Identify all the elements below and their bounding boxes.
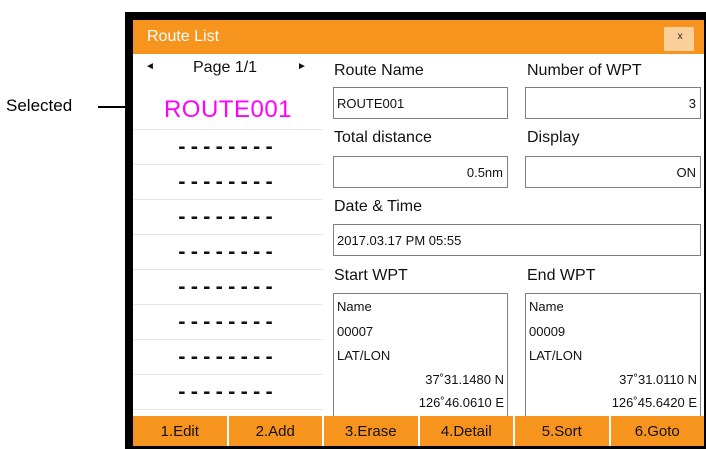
- end-wpt-latlon-label: LAT/LON: [529, 348, 583, 363]
- route-name-label: Route Name: [334, 62, 424, 79]
- page-indicator: Page 1/1: [193, 59, 258, 76]
- window-body: Route List x ◄ Page 1/1 ► ROUTE001 -----…: [133, 20, 704, 446]
- detail-button[interactable]: 4.Detail: [420, 416, 515, 446]
- erase-button[interactable]: 3.Erase: [324, 416, 420, 446]
- route-list-window: Route List x ◄ Page 1/1 ► ROUTE001 -----…: [125, 12, 706, 449]
- number-of-wpt-label: Number of WPT: [527, 62, 642, 79]
- route-name-value: ROUTE001: [337, 96, 405, 111]
- route-item-empty[interactable]: --------: [133, 235, 323, 270]
- route-item-empty[interactable]: --------: [133, 305, 323, 340]
- end-wpt-label: End WPT: [527, 267, 596, 284]
- route-item-empty[interactable]: --------: [133, 375, 323, 410]
- sort-button[interactable]: 5.Sort: [515, 416, 611, 446]
- start-wpt-name-label: Name: [337, 299, 372, 314]
- end-wpt-lon: 126˚45.6420 E: [611, 395, 697, 410]
- display-label: Display: [527, 129, 580, 146]
- add-button[interactable]: 2.Add: [229, 416, 324, 446]
- display-field[interactable]: ON: [525, 156, 701, 188]
- date-time-label: Date & Time: [334, 198, 423, 215]
- close-icon[interactable]: x: [677, 31, 683, 42]
- total-distance-value: 0.5nm: [466, 165, 503, 180]
- route-item-empty[interactable]: --------: [133, 270, 323, 305]
- end-wpt-lat: 37˚31.0110 N: [619, 372, 697, 387]
- next-page-icon[interactable]: ►: [297, 61, 307, 72]
- start-wpt-name: 00007: [337, 324, 374, 339]
- goto-button[interactable]: 6.Goto: [611, 416, 705, 446]
- route-list: ROUTE001 -------- -------- -------- ----…: [133, 90, 323, 410]
- number-of-wpt-value: 3: [688, 96, 696, 111]
- start-wpt-box[interactable]: Name 00007 LAT/LON 37˚31.1480 N 126˚46.0…: [333, 293, 508, 417]
- route-item-empty[interactable]: --------: [133, 340, 323, 375]
- start-wpt-label: Start WPT: [334, 267, 408, 284]
- end-wpt-name-label: Name: [529, 299, 564, 314]
- route-detail-panel: Route Name ROUTE001 Number of WPT 3 Tota…: [325, 54, 704, 417]
- end-wpt-name: 00009: [529, 324, 566, 339]
- callout-label: Selected: [6, 96, 73, 115]
- total-distance-field[interactable]: 0.5nm: [333, 156, 508, 188]
- route-item-empty[interactable]: --------: [133, 130, 323, 165]
- start-wpt-lon: 126˚46.0610 E: [418, 395, 504, 410]
- edit-button[interactable]: 1.Edit: [133, 416, 229, 446]
- start-wpt-lat: 37˚31.1480 N: [425, 372, 504, 387]
- route-item-selected[interactable]: ROUTE001: [133, 90, 323, 130]
- number-of-wpt-field[interactable]: 3: [525, 87, 701, 119]
- route-list-panel: ◄ Page 1/1 ► ROUTE001 -------- -------- …: [133, 54, 323, 416]
- total-distance-label: Total distance: [334, 129, 432, 146]
- display-value: ON: [676, 165, 697, 180]
- end-wpt-box[interactable]: Name 00009 LAT/LON 37˚31.0110 N 126˚45.6…: [525, 293, 701, 417]
- route-item-empty[interactable]: --------: [133, 165, 323, 200]
- date-time-value: 2017.03.17 PM 05:55: [337, 233, 462, 248]
- start-wpt-latlon-label: LAT/LON: [337, 348, 391, 363]
- route-item-empty[interactable]: --------: [133, 200, 323, 235]
- function-button-bar: 1.Edit 2.Add 3.Erase 4.Detail 5.Sort 6.G…: [133, 416, 704, 446]
- title-bar: Route List: [133, 20, 704, 54]
- route-name-field[interactable]: ROUTE001: [333, 87, 508, 119]
- date-time-field[interactable]: 2017.03.17 PM 05:55: [333, 224, 701, 256]
- pager: ◄ Page 1/1 ►: [133, 54, 323, 82]
- prev-page-icon[interactable]: ◄: [145, 61, 155, 72]
- window-title: Route List: [147, 28, 220, 45]
